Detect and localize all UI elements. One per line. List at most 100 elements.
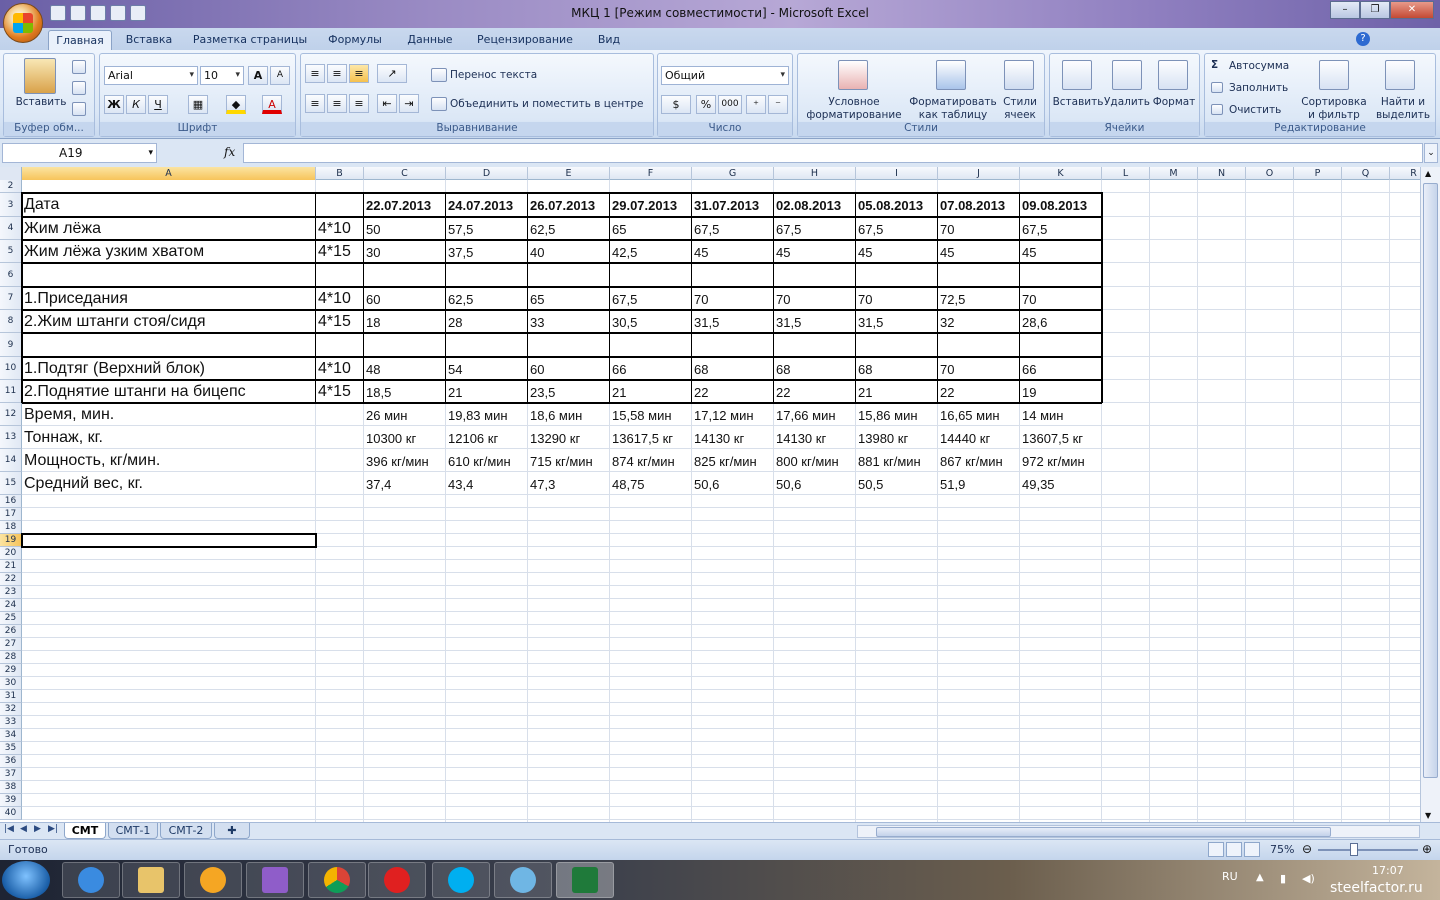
cell-E3[interactable]: 26.07.2013 [528, 193, 610, 217]
expand-formula-icon[interactable]: ⌄ [1424, 143, 1438, 163]
decrease-decimal-icon[interactable]: ⁻ [768, 95, 788, 114]
cell-F13[interactable]: 13617,5 кг [610, 426, 692, 449]
row-header-2[interactable]: 2 [0, 180, 22, 193]
cell-E8[interactable]: 33 [528, 310, 610, 333]
cell-H15[interactable]: 50,6 [774, 472, 856, 495]
cell-C14[interactable]: 396 кг/мин [364, 449, 446, 472]
cell-C13[interactable]: 10300 кг [364, 426, 446, 449]
cell-K7[interactable]: 70 [1020, 287, 1102, 310]
cell-A14[interactable]: Мощность, кг/мин. [22, 449, 316, 472]
align-top-icon[interactable]: ≡ [305, 64, 325, 83]
cell-A5[interactable]: Жим лёжа узким хватом [22, 240, 316, 263]
column-header-Q[interactable]: Q [1342, 167, 1390, 180]
cell-D14[interactable]: 610 кг/мин [446, 449, 528, 472]
zoom-out-icon[interactable]: ⊖ [1302, 842, 1312, 856]
row-header-39[interactable]: 39 [0, 794, 22, 807]
row-header-40[interactable]: 40 [0, 807, 22, 820]
cell-A4[interactable]: Жим лёжа [22, 217, 316, 240]
cell-H4[interactable]: 67,5 [774, 217, 856, 240]
cell-B7[interactable]: 4*10 [316, 287, 364, 310]
cell-K14[interactable]: 972 кг/мин [1020, 449, 1102, 472]
zoom-level[interactable]: 75% [1270, 843, 1294, 856]
underline-button[interactable]: Ч [148, 95, 168, 114]
cell-H3[interactable]: 02.08.2013 [774, 193, 856, 217]
cell-E7[interactable]: 65 [528, 287, 610, 310]
percent-button[interactable]: % [696, 95, 716, 114]
clock[interactable]: 17:07 [1372, 864, 1404, 877]
cell-E14[interactable]: 715 кг/мин [528, 449, 610, 472]
column-header-B[interactable]: B [316, 167, 364, 180]
copy-icon[interactable] [72, 81, 86, 95]
number-format-combo[interactable]: Общий [661, 66, 789, 85]
scroll-down-icon[interactable]: ▼ [1425, 811, 1431, 820]
row-header-33[interactable]: 33 [0, 716, 22, 729]
cell-J5[interactable]: 45 [938, 240, 1020, 263]
cell-B15[interactable] [316, 472, 364, 495]
increase-decimal-icon[interactable]: ⁺ [746, 95, 766, 114]
insert-sheet-icon[interactable]: ✚ [214, 823, 250, 839]
cell-D10[interactable]: 54 [446, 357, 528, 380]
thousands-button[interactable]: 000 [718, 95, 742, 114]
shrink-font-button[interactable]: A [270, 66, 290, 85]
vertical-scroll-thumb[interactable] [1423, 183, 1438, 778]
row-header-14[interactable]: 14 [0, 449, 22, 472]
format-painter-icon[interactable] [72, 102, 86, 116]
office-button[interactable] [3, 3, 43, 43]
row-header-36[interactable]: 36 [0, 755, 22, 768]
cell-I4[interactable]: 67,5 [856, 217, 938, 240]
sheet-tab-smt[interactable]: СМТ [64, 823, 106, 839]
cell-I14[interactable]: 881 кг/мин [856, 449, 938, 472]
select-all-corner[interactable] [0, 167, 22, 180]
cell-F15[interactable]: 48,75 [610, 472, 692, 495]
cell-K10[interactable]: 66 [1020, 357, 1102, 380]
align-middle-icon[interactable]: ≡ [327, 64, 347, 83]
column-header-C[interactable]: C [364, 167, 446, 180]
restore-button[interactable]: ❐ [1360, 1, 1390, 19]
cell-H8[interactable]: 31,5 [774, 310, 856, 333]
tab-insert[interactable]: Вставка [118, 30, 180, 50]
row-header-21[interactable]: 21 [0, 560, 22, 573]
skype-icon[interactable] [432, 862, 490, 898]
aimp-icon[interactable] [184, 862, 242, 898]
cell-J13[interactable]: 14440 кг [938, 426, 1020, 449]
format-as-table-button[interactable]: Форматировать как таблицу [908, 96, 998, 122]
cell-H5[interactable]: 45 [774, 240, 856, 263]
file-explorer-icon[interactable] [122, 862, 180, 898]
row-header-24[interactable]: 24 [0, 599, 22, 612]
row-header-26[interactable]: 26 [0, 625, 22, 638]
cell-D11[interactable]: 21 [446, 380, 528, 403]
row-header-4[interactable]: 4 [0, 217, 22, 240]
cell-B13[interactable] [316, 426, 364, 449]
row-header-32[interactable]: 32 [0, 703, 22, 716]
delete-cells-button[interactable]: Удалить [1102, 96, 1152, 109]
cell-J14[interactable]: 867 кг/мин [938, 449, 1020, 472]
column-header-A[interactable]: A [22, 167, 316, 180]
volume-icon[interactable]: ◀) [1302, 872, 1315, 885]
decrease-indent-icon[interactable]: ⇤ [377, 94, 397, 113]
zoom-slider[interactable] [1318, 849, 1418, 851]
cell-K5[interactable]: 45 [1020, 240, 1102, 263]
column-header-E[interactable]: E [528, 167, 610, 180]
row-header-17[interactable]: 17 [0, 508, 22, 521]
cell-F8[interactable]: 30,5 [610, 310, 692, 333]
cell-B4[interactable]: 4*10 [316, 217, 364, 240]
row-header-27[interactable]: 27 [0, 638, 22, 651]
column-header-R[interactable]: R [1390, 167, 1420, 180]
align-bottom-icon[interactable]: ≡ [349, 64, 369, 83]
row-header-9[interactable]: 9 [0, 333, 22, 357]
paint-icon[interactable] [494, 862, 552, 898]
row-header-15[interactable]: 15 [0, 472, 22, 495]
cell-I15[interactable]: 50,5 [856, 472, 938, 495]
internet-explorer-icon[interactable] [62, 862, 120, 898]
row-header-13[interactable]: 13 [0, 426, 22, 449]
cell-B12[interactable] [316, 403, 364, 426]
cell-A8[interactable]: 2.Жим штанги стоя/сидя [22, 310, 316, 333]
cell-C4[interactable]: 50 [364, 217, 446, 240]
cell-I13[interactable]: 13980 кг [856, 426, 938, 449]
cell-A13[interactable]: Тоннаж, кг. [22, 426, 316, 449]
cell-F5[interactable]: 42,5 [610, 240, 692, 263]
tab-home[interactable]: Главная [48, 30, 112, 50]
align-right-icon[interactable]: ≡ [349, 94, 369, 113]
cell-F10[interactable]: 66 [610, 357, 692, 380]
cell-E12[interactable]: 18,6 мин [528, 403, 610, 426]
